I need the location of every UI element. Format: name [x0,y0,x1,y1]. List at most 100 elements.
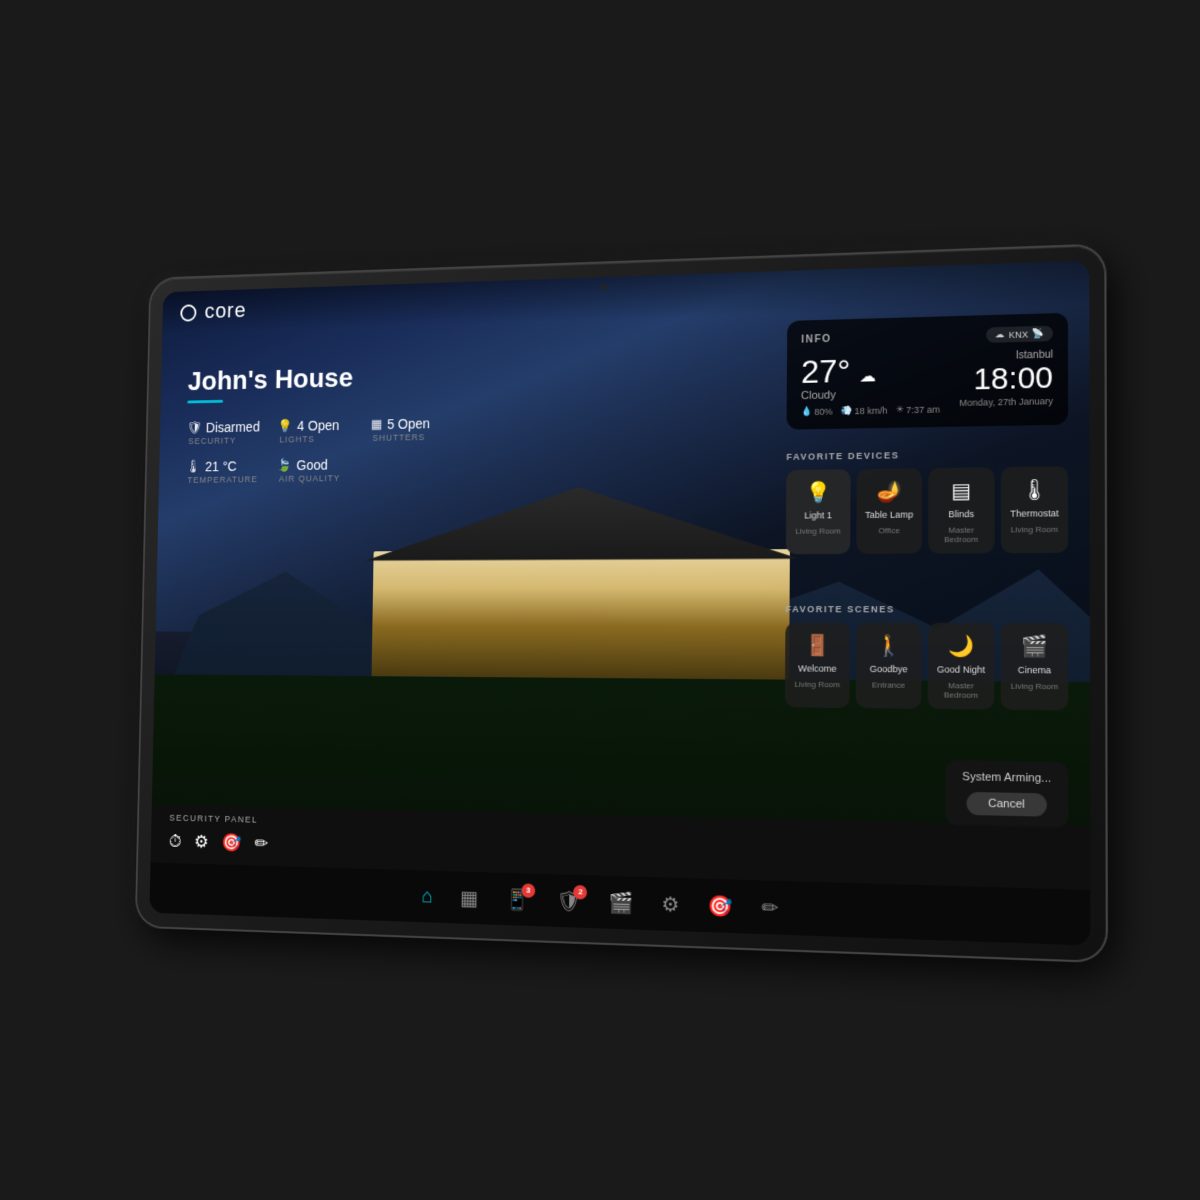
app-logo: core [180,298,246,325]
shutters-label: SHUTTERS [371,431,447,442]
scenes-panel-label: FAVORITE SCENES [785,604,1068,615]
cinema-icon: 🎬 [609,890,634,916]
device-name-1: Table Lamp [865,509,913,520]
device-sub-1: Office [878,526,900,536]
lights-label: LIGHTS [278,433,353,444]
device-icon-2: ▤ [951,478,971,504]
security-panel-label: SECURITY PANEL [169,813,258,825]
house-silhouette [372,494,791,680]
humidity-detail: 💧 80% [801,406,833,418]
temperature-value-item: 🌡 21 °C [186,458,259,474]
temp-number: 27° [801,352,851,390]
date-value: Monday, 27th January [959,396,1053,408]
scene-card-2[interactable]: 🌙 Good Night Master Bedroom [928,623,995,710]
temperature-value: 27° ☁ [801,352,940,388]
device-sub-2: Master Bedroom [934,525,988,545]
security-label: SECURITY [186,435,259,446]
security-actions: ⏱ ⚙ 🎯 ✏ [169,831,269,854]
security-badge: 2 [574,884,588,899]
nav-edit[interactable]: ✏ [761,894,778,920]
nav-rooms[interactable]: ▦ [460,885,478,911]
temperature-text: 21 °C [205,458,237,474]
security-action-timer[interactable]: ⏱ [169,831,182,852]
arming-popup: System Arming... Cancel [945,760,1068,828]
scene-card-3[interactable]: 🎬 Cinema Living Room [1001,623,1069,710]
devices-grid: 💡 Light 1 Living Room 🪔 Table Lamp Offic… [786,466,1068,554]
humidity-value: 80% [814,406,832,416]
scene-icon-2: 🌙 [948,633,974,659]
device-card-2[interactable]: ▤ Blinds Master Bedroom [928,467,994,553]
scene-icon-1: 🚶 [876,633,902,659]
scene-sub-3: Living Room [1011,681,1059,691]
screen: core INFO ☁ KNX 📡 27° [149,260,1090,945]
temperature-label: TEMPERATURE [186,474,259,485]
home-accent-bar [187,400,223,403]
security-value: 🛡 Disarmed [187,419,260,436]
lights-status[interactable]: 💡 4 Open LIGHTS [278,417,353,444]
info-header: INFO ☁ KNX 📡 [801,326,1053,348]
favorite-scenes-panel: FAVORITE SCENES 🚪 Welcome Living Room 🚶 … [785,604,1068,710]
device-name-0: Light 1 [804,510,832,521]
edit-icon: ✏ [761,894,778,920]
arming-text: System Arming... [962,771,1051,785]
air-quality-status[interactable]: 🍃 Good AIR QUALITY [277,456,352,483]
security-action-target[interactable]: 🎯 [221,832,242,853]
knx-label: KNX [1009,329,1029,340]
time-value: 18:00 [959,363,1053,396]
shutters-icon: ▦ [371,416,383,432]
device-sub-0: Living Room [795,526,841,536]
temperature-icon: 🌡 [186,459,201,474]
device-card-0[interactable]: 💡 Light 1 Living Room [786,469,851,554]
shutters-status[interactable]: ▦ 5 Open SHUTTERS [371,415,447,443]
nav-devices[interactable]: 📱 3 [505,886,529,912]
info-panel: INFO ☁ KNX 📡 27° ☁ Cloudy [787,313,1068,430]
temperature-status[interactable]: 🌡 21 °C TEMPERATURE [186,458,260,485]
security-action-edit[interactable]: ✏ [254,833,268,854]
device-card-1[interactable]: 🪔 Table Lamp Office [856,468,922,554]
security-text: Disarmed [206,419,260,435]
shutters-text: 5 Open [387,415,430,431]
wind-detail: 💨 18 km/h [841,404,888,416]
scene-name-0: Welcome [798,663,836,674]
scene-name-1: Goodbye [870,664,908,675]
nav-security[interactable]: 🛡 2 [556,888,581,914]
nav-settings[interactable]: ⚙ [661,891,679,917]
home-title: John's House [187,360,448,397]
cancel-arming-button[interactable]: Cancel [967,792,1046,817]
scene-icon-0: 🚪 [805,633,831,659]
security-icon: 🛡 [187,420,202,435]
weather-left: 27° ☁ Cloudy 💧 80% 💨 18 km/h ☀ 7:37 am [801,352,940,417]
screen-bezel: core INFO ☁ KNX 📡 27° [149,260,1090,945]
nav-cinema[interactable]: 🎬 [609,890,634,916]
security-action-settings[interactable]: ⚙ [194,831,209,852]
device-card-3[interactable]: 🌡 Thermostat Living Room [1001,466,1068,553]
weather-row: 27° ☁ Cloudy 💧 80% 💨 18 km/h ☀ 7:37 am I… [801,349,1053,417]
lights-text: 4 Open [297,417,339,433]
scene-card-1[interactable]: 🚶 Goodbye Entrance [856,623,922,709]
devices-badge: 3 [521,883,535,898]
tablet-shell: core INFO ☁ KNX 📡 27° [137,245,1106,961]
logo-icon [180,304,196,321]
device-icon-1: 🪔 [876,479,902,505]
weather-condition: Cloudy [801,387,940,402]
device-icon-0: 💡 [805,480,831,506]
info-label: INFO [801,334,831,346]
scene-name-3: Cinema [1018,665,1051,677]
scene-icon-3: 🎬 [1021,633,1048,659]
air-quality-icon: 🍃 [277,457,292,473]
scenes-grid: 🚪 Welcome Living Room 🚶 Goodbye Entrance… [785,622,1068,710]
scene-card-0[interactable]: 🚪 Welcome Living Room [785,622,850,708]
app-name-label: core [204,298,246,323]
device-icon-3: 🌡 [1021,477,1048,503]
device-sub-3: Living Room [1011,525,1059,535]
home-info: John's House 🛡 Disarmed SECURITY 💡 4 Op [186,360,448,485]
air-quality-label: AIR QUALITY [277,473,352,484]
security-status[interactable]: 🛡 Disarmed SECURITY [186,419,260,446]
air-quality-text: Good [296,457,328,473]
nav-scenes[interactable]: 🎯 [708,893,733,919]
air-quality-value: 🍃 Good [277,456,352,472]
scene-sub-2: Master Bedroom [934,681,988,701]
nav-home[interactable]: ⌂ [422,885,434,908]
home-icon: ⌂ [422,885,434,908]
lights-icon: 💡 [278,418,293,434]
